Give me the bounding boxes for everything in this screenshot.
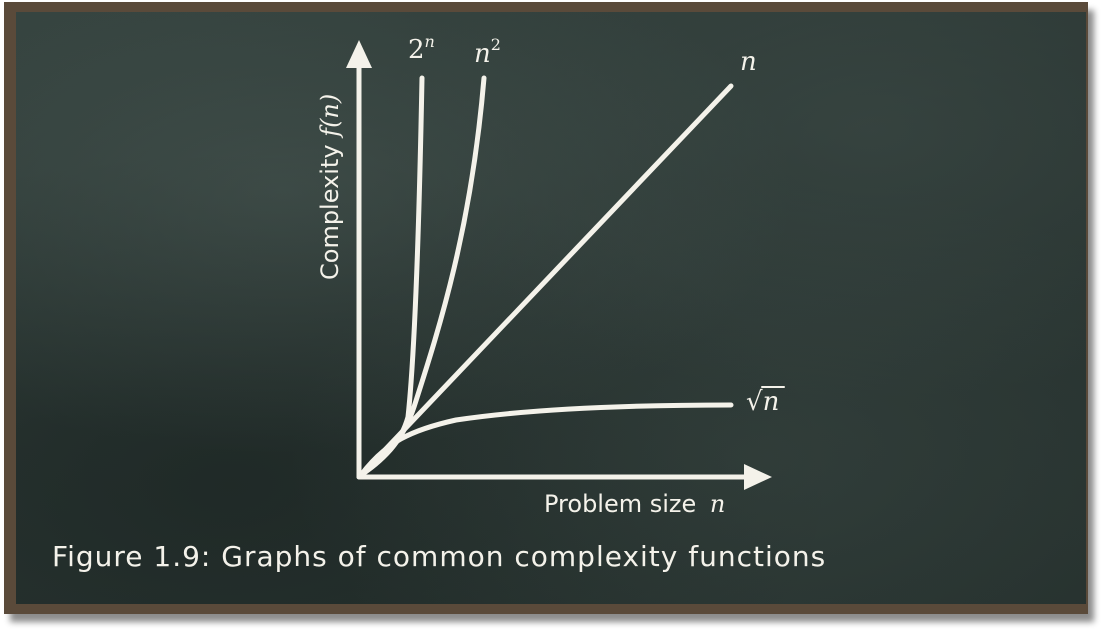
figure-caption: Figure 1.9: Graphs of common complexity …	[52, 540, 827, 573]
label-sqrt: √n	[746, 387, 779, 417]
chalkboard-frame: 2n n2 n √n Complexity f(n) Problem size …	[4, 2, 1088, 614]
complexity-diagram: 2n n2 n √n Complexity f(n) Problem size …	[316, 32, 785, 518]
x-axis-arrowhead	[744, 464, 772, 490]
label-linear: n	[740, 47, 757, 77]
chalkboard: 2n n2 n √n Complexity f(n) Problem size …	[16, 12, 1086, 604]
x-axis-label: Problem size n	[544, 490, 725, 518]
y-axis-label: Complexity f(n)	[316, 94, 344, 280]
label-quadratic: n2	[474, 35, 501, 69]
y-axis-arrowhead	[346, 40, 372, 68]
label-exponential: 2n	[408, 32, 435, 65]
